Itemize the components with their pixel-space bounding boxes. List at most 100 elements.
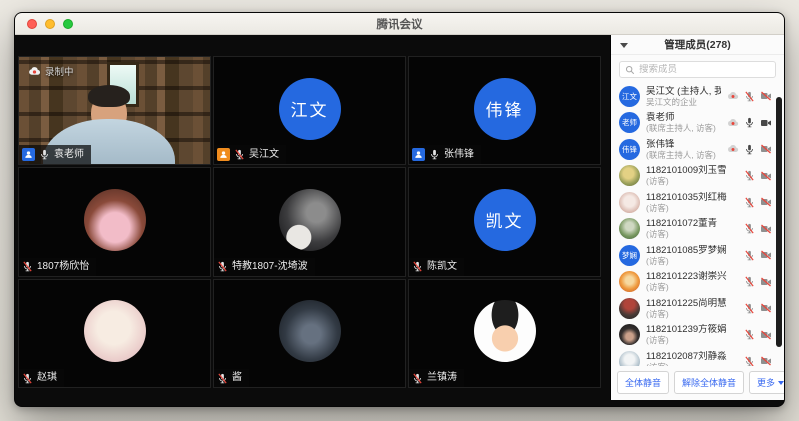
member-role: (访客) xyxy=(646,282,738,292)
participant-name: 兰镇涛 xyxy=(427,372,457,384)
member-avatar xyxy=(619,218,640,239)
member-name: 1182101225尚明慧 xyxy=(646,298,738,309)
cloud-record-icon xyxy=(727,90,739,102)
chevron-down-icon xyxy=(778,381,784,385)
participant-name: 1807杨欣怡 xyxy=(37,261,89,273)
participant-label: 特教1807-沈埼波 xyxy=(214,258,315,276)
participant-label: 赵琪 xyxy=(19,369,64,387)
participant-avatar: 江文 xyxy=(279,78,341,140)
member-texts: 1182101223谢崇兴 (访客) xyxy=(646,271,738,292)
member-texts: 1182101225尚明慧 (访客) xyxy=(646,298,738,319)
member-camera-icon[interactable] xyxy=(760,170,772,182)
member-controls xyxy=(727,90,776,102)
video-tile[interactable]: 酱 xyxy=(213,279,406,388)
member-camera-icon[interactable] xyxy=(760,196,772,208)
member-role: (访客) xyxy=(646,203,738,213)
member-role: (访客) xyxy=(646,309,738,319)
scrollbar[interactable] xyxy=(776,97,782,347)
member-mic-icon[interactable] xyxy=(744,197,755,208)
member-camera-icon[interactable] xyxy=(760,223,772,235)
member-avatar xyxy=(619,271,640,292)
meeting-content: 录制中 袁老师 江文 xyxy=(15,35,784,407)
member-row[interactable]: 江文 吴江文 (主持人, 我) 吴江文的企业 xyxy=(611,83,784,110)
panel-title: 管理成员(278) xyxy=(664,37,731,52)
member-mic-icon[interactable] xyxy=(744,356,755,366)
member-camera-icon[interactable] xyxy=(760,117,772,129)
member-name: 1182101072董青 xyxy=(646,218,738,229)
member-camera-icon[interactable] xyxy=(760,90,772,102)
member-texts: 张伟锋 (联席主持人, 访客) xyxy=(646,139,721,160)
participant-label: 张伟锋 xyxy=(409,145,481,164)
panel-footer: 全体静音 解除全体静音 更多 xyxy=(611,366,784,400)
member-mic-icon[interactable] xyxy=(744,91,755,102)
participant-avatar xyxy=(474,300,536,362)
member-camera-icon[interactable] xyxy=(760,355,772,366)
window-title: 腾讯会议 xyxy=(15,16,784,32)
video-tile[interactable]: 录制中 袁老师 xyxy=(18,56,211,165)
cloud-record-icon xyxy=(727,117,739,129)
member-camera-icon[interactable] xyxy=(760,249,772,261)
video-tile[interactable]: 赵琪 xyxy=(18,279,211,388)
member-name: 1182102087刘静淼 xyxy=(646,351,738,362)
member-mic-icon[interactable] xyxy=(744,303,755,314)
member-mic-icon[interactable] xyxy=(744,250,755,261)
member-row[interactable]: 1182101225尚明慧 (访客) xyxy=(611,295,784,322)
member-row[interactable]: 老师 袁老师 (联席主持人, 访客) xyxy=(611,110,784,137)
member-mic-icon[interactable] xyxy=(744,144,755,155)
member-camera-icon[interactable] xyxy=(760,302,772,314)
video-stage: 录制中 袁老师 江文 xyxy=(15,35,610,407)
member-texts: 1182101009刘玉雪 (访客) xyxy=(646,165,738,186)
video-tile[interactable]: 伟锋 张伟锋 xyxy=(408,56,601,165)
more-button[interactable]: 更多 xyxy=(749,371,785,394)
tile-mic-icon xyxy=(412,261,423,272)
participant-label: 1807杨欣怡 xyxy=(19,258,96,276)
video-tile[interactable]: 特教1807-沈埼波 xyxy=(213,167,406,276)
member-controls xyxy=(744,329,776,341)
role-badge-icon xyxy=(412,148,425,161)
member-row[interactable]: 1182101239方筱娟 (访客) xyxy=(611,322,784,349)
search-input[interactable] xyxy=(639,64,770,75)
member-avatar xyxy=(619,351,640,366)
member-controls xyxy=(727,117,776,129)
member-texts: 1182101085罗梦娴 (访客) xyxy=(646,245,738,266)
participant-label: 袁老师 xyxy=(19,145,91,164)
member-camera-icon[interactable] xyxy=(760,329,772,341)
member-name: 吴江文 (主持人, 我) xyxy=(646,86,721,97)
mute-all-button[interactable]: 全体静音 xyxy=(617,371,669,394)
member-mic-icon[interactable] xyxy=(744,276,755,287)
member-name: 袁老师 xyxy=(646,112,721,123)
unmute-all-button[interactable]: 解除全体静音 xyxy=(674,371,744,394)
member-mic-icon[interactable] xyxy=(744,170,755,181)
member-row[interactable]: 1182101072董青 (访客) xyxy=(611,216,784,243)
search-box[interactable] xyxy=(619,61,776,78)
tile-mic-icon xyxy=(429,149,440,160)
member-camera-icon[interactable] xyxy=(760,276,772,288)
video-tile[interactable]: 江文 吴江文 xyxy=(213,56,406,165)
member-row[interactable]: 伟锋 张伟锋 (联席主持人, 访客) xyxy=(611,136,784,163)
member-row[interactable]: 1182101223谢崇兴 (访客) xyxy=(611,269,784,296)
member-controls xyxy=(744,276,776,288)
video-tile[interactable]: 1807杨欣怡 xyxy=(18,167,211,276)
participant-label: 吴江文 xyxy=(214,145,286,164)
member-mic-icon[interactable] xyxy=(744,117,755,128)
member-mic-icon[interactable] xyxy=(744,223,755,234)
member-row[interactable]: 1182101035刘红梅 (访客) xyxy=(611,189,784,216)
member-camera-icon[interactable] xyxy=(760,143,772,155)
participant-name: 袁老师 xyxy=(54,149,84,161)
participant-label: 兰镇涛 xyxy=(409,369,464,387)
video-tile[interactable]: 兰镇涛 xyxy=(408,279,601,388)
participant-label: 酱 xyxy=(214,369,249,387)
collapse-panel-icon[interactable] xyxy=(620,43,628,48)
member-row[interactable]: 1182101009刘玉雪 (访客) xyxy=(611,163,784,190)
member-controls xyxy=(744,196,776,208)
member-mic-icon[interactable] xyxy=(744,329,755,340)
meeting-window: 腾讯会议 录制中 xyxy=(14,12,785,407)
member-row[interactable]: 1182102087刘静淼 (访客) xyxy=(611,348,784,366)
participant-avatar: 凯文 xyxy=(474,189,536,251)
participant-name: 特教1807-沈埼波 xyxy=(232,261,308,273)
video-tile[interactable]: 凯文 陈凯文 xyxy=(408,167,601,276)
member-texts: 1182101072董青 (访客) xyxy=(646,218,738,239)
tile-mic-icon xyxy=(412,373,423,384)
tile-mic-icon xyxy=(22,261,33,272)
member-row[interactable]: 梦娴 1182101085罗梦娴 (访客) xyxy=(611,242,784,269)
